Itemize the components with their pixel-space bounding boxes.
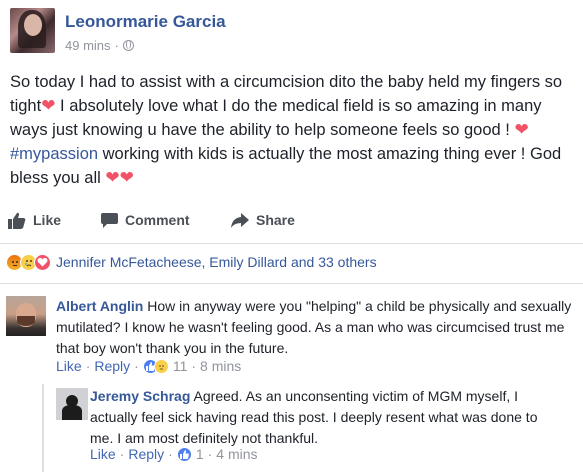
share-button[interactable]: Share	[231, 212, 295, 228]
heart-emoji-icon: ❤	[514, 120, 529, 139]
thumbs-up-icon	[8, 212, 26, 229]
divider	[0, 283, 583, 284]
comment-body: Albert Anglin How in anyway were you "he…	[56, 296, 576, 359]
comment-reply-link[interactable]: Reply	[94, 358, 130, 374]
post-action-bar: Like Comment Share	[0, 202, 583, 238]
comment-time[interactable]: 8 mins	[200, 358, 241, 374]
comment-reply-link[interactable]: Reply	[128, 446, 164, 462]
post-meta: 49 mins ·	[65, 38, 134, 53]
author-avatar[interactable]	[10, 8, 55, 53]
like-label: Like	[33, 212, 62, 228]
comment-button[interactable]: Comment	[101, 212, 190, 228]
like-button[interactable]: Like	[8, 212, 61, 229]
hashtag-link[interactable]: #mypassion	[10, 145, 98, 163]
heart-emoji-icon: ❤	[41, 96, 56, 115]
comment-reactions[interactable]	[176, 446, 192, 462]
comment-label: Comment	[125, 212, 190, 228]
post-text-2: I absolutely love what I do the medical …	[10, 97, 542, 139]
comment-like-link[interactable]: Like	[90, 446, 116, 462]
meta-separator: ·	[114, 38, 119, 53]
share-arrow-icon	[231, 212, 249, 228]
commenter-avatar[interactable]	[56, 388, 88, 420]
comment-time[interactable]: 4 mins	[216, 446, 257, 462]
dot-separator: ·	[168, 446, 173, 462]
comment-body: Jeremy Schrag Agreed. As an unconsenting…	[90, 386, 560, 449]
dot-separator: ·	[191, 358, 197, 374]
divider	[0, 243, 583, 244]
dot-separator: ·	[119, 446, 125, 462]
commenter-name[interactable]: Albert Anglin	[56, 298, 143, 314]
reaction-names-link[interactable]: Jennifer McFetacheese, Emily Dillard and…	[56, 254, 377, 270]
dot-separator: ·	[207, 446, 213, 462]
comment-reactions[interactable]	[142, 358, 169, 374]
reply-thread-line	[42, 384, 44, 472]
post-body: So today I had to assist with a circumci…	[10, 70, 575, 190]
commenter-avatar[interactable]	[6, 296, 46, 336]
comment-reaction-count: 11	[172, 358, 188, 374]
reactions-summary[interactable]: Jennifer McFetacheese, Emily Dillard and…	[6, 252, 377, 272]
comment-actions: Like · Reply · 11 · 8 mins	[56, 358, 241, 374]
comment-actions: Like · Reply · 1 · 4 mins	[90, 446, 258, 462]
dot-separator: ·	[85, 358, 91, 374]
comment-like-link[interactable]: Like	[56, 358, 82, 374]
share-label: Share	[256, 212, 295, 228]
sad-reaction-icon	[153, 358, 169, 374]
globe-icon[interactable]	[122, 40, 134, 51]
heart-emoji-icon: ❤	[105, 168, 120, 187]
like-reaction-icon	[176, 446, 192, 462]
dot-separator: ·	[134, 358, 139, 374]
comment-reaction-count: 1	[195, 446, 204, 462]
commenter-name[interactable]: Jeremy Schrag	[90, 388, 190, 404]
love-icon	[34, 253, 51, 271]
post-time[interactable]: 49 mins	[65, 38, 111, 53]
heart-emoji-icon: ❤	[119, 168, 134, 187]
comment-bubble-icon	[101, 213, 118, 228]
post-author-name[interactable]: Leonormarie Garcia	[65, 12, 226, 32]
